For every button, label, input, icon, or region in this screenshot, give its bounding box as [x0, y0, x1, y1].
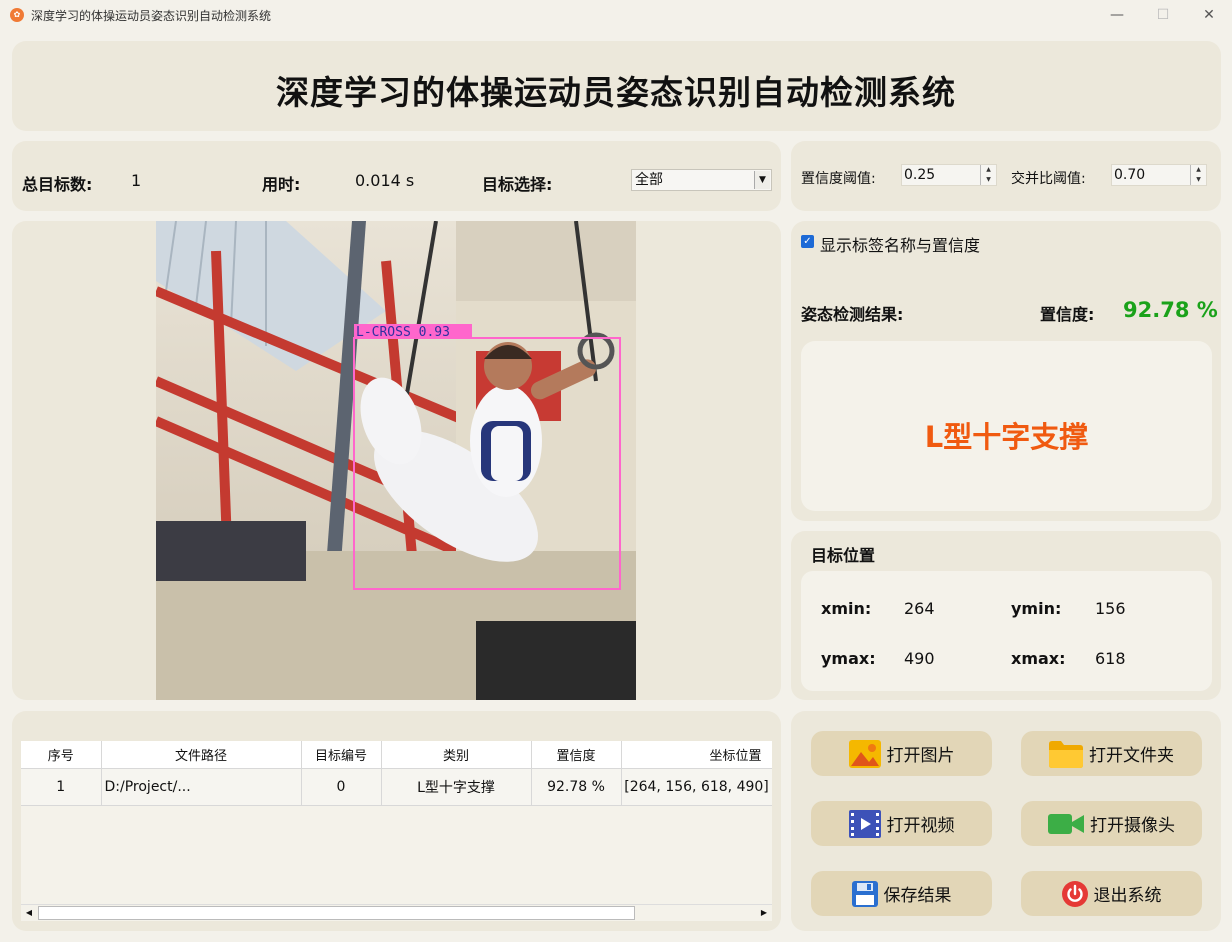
table-cell[interactable]: L型十字支撑: [381, 768, 532, 806]
horizontal-scrollbar[interactable]: ◀ ▶: [21, 904, 772, 921]
show-label-checkbox[interactable]: ✓: [801, 235, 814, 248]
save-icon: [851, 880, 878, 907]
open-image-button[interactable]: 打开图片: [811, 731, 992, 776]
position-box: [801, 571, 1212, 691]
open-camera-button[interactable]: 打开摄像头: [1021, 801, 1202, 846]
open-image-label: 打开图片: [886, 746, 955, 766]
ymax-value: 490: [904, 649, 935, 668]
table-row[interactable]: 1 D:/Project/... 0 L型十字支撑 92.78 % [264, …: [21, 768, 772, 806]
total-targets-label: 总目标数:: [22, 175, 93, 194]
results-table-area[interactable]: 序号 文件路径 目标编号 类别 置信度 坐标位置 1 D:/Project/..…: [21, 741, 772, 921]
save-result-label: 保存结果: [883, 886, 952, 906]
total-targets-value: 1: [131, 171, 142, 190]
image-icon: [848, 739, 881, 768]
target-select-label: 目标选择:: [482, 175, 553, 194]
confidence-value: 92.78 %: [1123, 298, 1218, 322]
pose-result-label: 姿态检测结果:: [801, 305, 904, 324]
scroll-right-icon[interactable]: ▶: [756, 905, 772, 921]
table-header[interactable]: 文件路径: [101, 741, 302, 769]
spin-arrows-icon[interactable]: ▲ ▼: [1190, 165, 1206, 185]
xmax-label: xmax:: [1011, 649, 1066, 668]
show-label-text[interactable]: 显示标签名称与置信度: [820, 232, 980, 256]
minimize-button[interactable]: —: [1094, 0, 1140, 30]
exit-label: 退出系统: [1093, 886, 1162, 906]
detection-image: L-CROSS 0.93: [156, 221, 636, 700]
ymin-label: ymin:: [1011, 599, 1062, 618]
gymnast-photo: L-CROSS 0.93: [156, 221, 636, 700]
open-folder-label: 打开文件夹: [1089, 746, 1174, 766]
close-button[interactable]: ✕: [1186, 0, 1232, 30]
exit-button[interactable]: 退出系统: [1021, 871, 1202, 916]
window-title: 深度学习的体操运动员姿态识别自动检测系统: [31, 9, 272, 23]
table-cell[interactable]: 1: [21, 768, 102, 806]
app-icon: ✿: [10, 8, 24, 22]
iou-threshold-value: 0.70: [1114, 167, 1146, 183]
target-select-value: 全部: [635, 172, 663, 188]
xmax-value: 618: [1095, 649, 1126, 668]
time-label: 用时:: [262, 175, 301, 194]
iou-threshold-spinbox[interactable]: 0.70 ▲ ▼: [1111, 164, 1207, 186]
save-result-button[interactable]: 保存结果: [811, 871, 992, 916]
table-header[interactable]: 目标编号: [301, 741, 382, 769]
position-title: 目标位置: [811, 546, 876, 565]
results-table[interactable]: 序号 文件路径 目标编号 类别 置信度 坐标位置 1 D:/Project/..…: [21, 741, 772, 806]
open-camera-label: 打开摄像头: [1090, 816, 1175, 836]
open-video-label: 打开视频: [886, 816, 955, 836]
table-cell[interactable]: D:/Project/...: [101, 768, 302, 806]
maximize-button[interactable]: ☐: [1140, 0, 1186, 30]
table-cell[interactable]: [264, 156, 618, 490]: [621, 768, 772, 806]
target-select[interactable]: 全部 ▼: [631, 169, 772, 191]
confidence-label: 置信度:: [1040, 305, 1095, 324]
open-folder-button[interactable]: 打开文件夹: [1021, 731, 1202, 776]
conf-threshold-spinbox[interactable]: 0.25 ▲ ▼: [901, 164, 997, 186]
camera-icon: [1048, 813, 1084, 834]
table-cell[interactable]: 0: [301, 768, 382, 806]
chevron-down-icon[interactable]: ▼: [754, 171, 770, 189]
bbox-label: L-CROSS 0.93: [356, 325, 450, 340]
iou-threshold-label: 交并比阈值:: [1011, 171, 1086, 187]
table-header[interactable]: 类别: [381, 741, 532, 769]
xmin-label: xmin:: [821, 599, 872, 618]
power-icon: [1061, 880, 1088, 907]
table-header[interactable]: 序号: [21, 741, 102, 769]
spin-arrows-icon[interactable]: ▲ ▼: [980, 165, 996, 185]
conf-threshold-label: 置信度阈值:: [801, 171, 876, 187]
xmin-value: 264: [904, 599, 935, 618]
ymin-value: 156: [1095, 599, 1126, 618]
scroll-left-icon[interactable]: ◀: [21, 905, 37, 921]
conf-threshold-value: 0.25: [904, 167, 936, 183]
table-cell[interactable]: 92.78 %: [531, 768, 622, 806]
open-video-button[interactable]: 打开视频: [811, 801, 992, 846]
folder-icon: [1049, 740, 1083, 768]
table-header[interactable]: 置信度: [531, 741, 622, 769]
video-icon: [848, 809, 881, 838]
table-header[interactable]: 坐标位置: [621, 741, 772, 769]
time-value: 0.014 s: [355, 171, 415, 190]
scrollbar-thumb[interactable]: [38, 906, 635, 920]
page-title: 深度学习的体操运动员姿态识别自动检测系统: [276, 73, 956, 112]
table-header-row: 序号 文件路径 目标编号 类别 置信度 坐标位置: [21, 741, 772, 769]
ymax-label: ymax:: [821, 649, 876, 668]
class-name: L型十字支撑: [924, 420, 1089, 454]
